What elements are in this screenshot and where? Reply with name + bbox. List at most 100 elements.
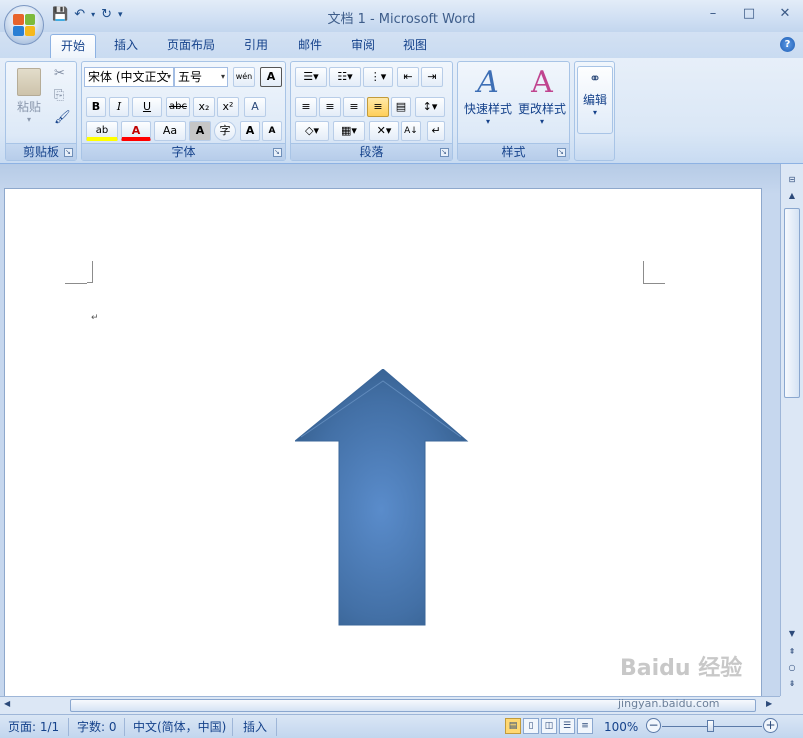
font-launcher-icon[interactable]: ↘ [273, 148, 282, 157]
ribbon: 粘贴 ▾ ✂ ⎘ 🖌 剪贴板 ↘ 宋体 (中文正文 ▾ 五号 ▾ wén A B I… [0, 58, 803, 164]
copy-icon[interactable]: ⎘ [54, 88, 64, 103]
tab-page-layout[interactable]: 页面布局 [160, 34, 222, 58]
page-count[interactable]: 页面: 1/1 [8, 718, 59, 736]
change-styles-icon: A [531, 65, 553, 100]
tab-mailings[interactable]: 邮件 [288, 34, 332, 58]
tab-insert[interactable]: 插入 [104, 34, 148, 58]
shrink-font-button[interactable]: A [262, 121, 282, 141]
enclose-characters-button[interactable]: 字 [214, 121, 236, 141]
increase-indent-button[interactable]: ⇥ [421, 67, 443, 87]
justify-button[interactable]: ≡ [367, 97, 389, 117]
paste-button[interactable]: 粘贴 ▾ [12, 66, 46, 130]
paragraph-group: ☰▾ ☷▾ ⋮▾ ⇤ ⇥ ≡ ≡ ≡ ≡ ▤ ↕▾ ◇▾ ▦▾ ✕▾ A↓ ↵ … [290, 61, 453, 161]
chinese-layout-button[interactable]: ✕▾ [369, 121, 399, 141]
full-screen-reading-icon[interactable]: ▯ [523, 718, 539, 734]
char-shading-button[interactable]: A [189, 121, 211, 141]
distributed-button[interactable]: ▤ [391, 97, 411, 117]
browse-object-icon[interactable]: ○ [784, 660, 800, 676]
font-group: 宋体 (中文正文 ▾ 五号 ▾ wén A B I U abc x₂ x² A ab… [81, 61, 286, 161]
bold-button[interactable]: B [86, 97, 106, 117]
char-border-button[interactable]: A [260, 67, 282, 87]
cut-icon[interactable]: ✂ [54, 66, 65, 81]
margin-corner-top-right [643, 261, 644, 283]
superscript-button[interactable]: x² [217, 97, 239, 117]
ruler-toggle-icon[interactable]: ⊟ [784, 172, 800, 188]
status-separator [276, 718, 277, 736]
font-color-button[interactable]: A [121, 121, 151, 141]
clear-formatting-button[interactable]: A [244, 97, 266, 117]
insert-mode[interactable]: 插入 [243, 718, 267, 736]
zoom-out-button[interactable]: − [646, 718, 661, 733]
word-count[interactable]: 字数: 0 [77, 718, 117, 736]
numbering-button[interactable]: ☷▾ [329, 67, 361, 87]
editing-button[interactable]: ⚭ 编辑 ▾ [577, 66, 613, 134]
previous-page-icon[interactable]: ⇞ [784, 644, 800, 660]
tab-references[interactable]: 引用 [234, 34, 278, 58]
scroll-right-icon[interactable]: ▶ [766, 699, 772, 708]
document-page[interactable]: ↵ [4, 188, 762, 696]
vertical-scroll-thumb[interactable] [784, 208, 800, 398]
next-page-icon[interactable]: ⇟ [784, 676, 800, 692]
phonetic-guide-button[interactable]: wén [233, 67, 255, 87]
print-layout-view-icon[interactable]: ▤ [505, 718, 521, 734]
align-left-button[interactable]: ≡ [295, 97, 317, 117]
styles-launcher-icon[interactable]: ↘ [557, 148, 566, 157]
bullets-button[interactable]: ☰▾ [295, 67, 327, 87]
status-separator [232, 718, 233, 736]
ribbon-tabs: 开始 插入 页面布局 引用 邮件 审阅 视图 [0, 32, 803, 58]
styles-group: A 快速样式 ▾ A 更改样式 ▾ 样式 ↘ [457, 61, 570, 161]
help-icon[interactable]: ? [780, 37, 795, 52]
font-group-label: 字体 [82, 143, 285, 160]
subscript-button[interactable]: x₂ [193, 97, 215, 117]
shading-button[interactable]: ◇▾ [295, 121, 329, 141]
tab-review[interactable]: 审阅 [341, 34, 385, 58]
close-button[interactable]: ✕ [775, 6, 795, 21]
title-bar: 💾 ↶ ▾ ↻ ▾ 文档 1 - Microsoft Word – □ ✕ [0, 0, 803, 32]
italic-button[interactable]: I [109, 97, 129, 117]
clipboard-launcher-icon[interactable]: ↘ [64, 148, 73, 157]
sort-button[interactable]: A↓ [401, 121, 421, 141]
zoom-slider-thumb[interactable] [707, 720, 714, 732]
outline-view-icon[interactable]: ☰ [559, 718, 575, 734]
editing-group: ⚭ 编辑 ▾ [574, 61, 615, 161]
align-center-button[interactable]: ≡ [319, 97, 341, 117]
quick-styles-button[interactable]: A 快速样式 ▾ [462, 66, 514, 134]
scroll-down-icon[interactable]: ▼ [784, 626, 800, 642]
scroll-left-icon[interactable]: ◀ [4, 699, 10, 708]
office-button[interactable] [4, 5, 44, 45]
change-styles-button[interactable]: A 更改样式 ▾ [516, 66, 568, 134]
styles-group-label: 样式 [458, 143, 569, 160]
show-marks-button[interactable]: ↵ [427, 121, 445, 141]
multilevel-list-button[interactable]: ⋮▾ [363, 67, 393, 87]
underline-button[interactable]: U [132, 97, 162, 117]
status-separator [124, 718, 125, 736]
web-layout-icon[interactable]: ◫ [541, 718, 557, 734]
font-size-select[interactable]: 五号 ▾ [174, 67, 228, 87]
paragraph-group-label: 段落 [291, 143, 452, 160]
minimize-button[interactable]: – [703, 6, 723, 21]
highlight-button[interactable]: ab [86, 121, 118, 141]
borders-button[interactable]: ▦▾ [333, 121, 365, 141]
change-case-button[interactable]: Aa [154, 121, 186, 141]
window-title: 文档 1 - Microsoft Word [327, 12, 476, 27]
align-right-button[interactable]: ≡ [343, 97, 365, 117]
vertical-scrollbar[interactable]: ⊟ ▲ ▼ ⇞ ○ ⇟ [780, 164, 803, 696]
draft-view-icon[interactable]: ≡ [577, 718, 593, 734]
scroll-up-icon[interactable]: ▲ [784, 188, 800, 204]
zoom-in-button[interactable]: + [763, 718, 778, 733]
tab-home[interactable]: 开始 [50, 34, 96, 58]
font-name-select[interactable]: 宋体 (中文正文 ▾ [84, 67, 174, 87]
decrease-indent-button[interactable]: ⇤ [397, 67, 419, 87]
line-spacing-button[interactable]: ↕▾ [415, 97, 445, 117]
grow-font-button[interactable]: A [240, 121, 260, 141]
tab-view[interactable]: 视图 [393, 34, 437, 58]
strikethrough-button[interactable]: abc [166, 97, 190, 117]
paragraph-mark: ↵ [91, 313, 99, 323]
zoom-level[interactable]: 100% [604, 718, 638, 736]
maximize-button[interactable]: □ [739, 6, 759, 21]
format-painter-icon[interactable]: 🖌 [54, 110, 71, 125]
language-indicator[interactable]: 中文(简体，中国) [133, 718, 226, 736]
up-arrow-shape[interactable] [295, 369, 475, 629]
paragraph-launcher-icon[interactable]: ↘ [440, 148, 449, 157]
window-controls: – □ ✕ [703, 6, 795, 21]
